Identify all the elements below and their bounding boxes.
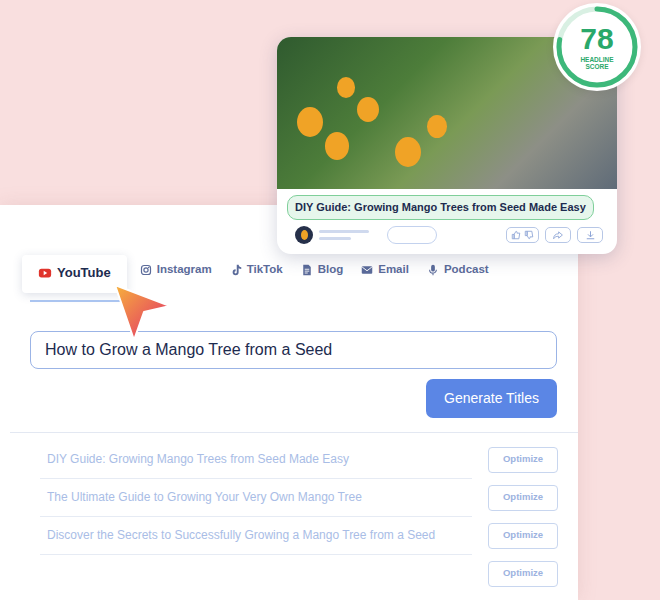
tiktok-icon: [230, 264, 242, 276]
thumbs-up-icon: [511, 230, 521, 240]
preview-headline: DIY Guide: Growing Mango Trees from Seed…: [287, 195, 594, 220]
subscribe-pill[interactable]: [387, 226, 437, 244]
score-label: HEADLINE SCORE: [574, 56, 620, 71]
platform-tab[interactable]: YouTube: [22, 255, 127, 293]
result-row: The Ultimate Guide to Growing Your Very …: [40, 479, 558, 517]
share-icon: [552, 230, 564, 240]
optimize-button[interactable]: Optimize: [488, 561, 558, 587]
result-row: DIY Guide: Growing Mango Trees from Seed…: [40, 441, 558, 479]
channel-placeholder: [319, 230, 369, 240]
platform-tab[interactable]: Blog: [292, 256, 353, 293]
share-button[interactable]: [545, 227, 571, 243]
email-icon: [361, 264, 373, 276]
generate-titles-button[interactable]: Generate Titles: [426, 379, 557, 418]
optimize-button[interactable]: Optimize: [488, 447, 558, 473]
result-title[interactable]: [40, 555, 472, 593]
result-row: Discover the Secrets to Successfully Gro…: [40, 517, 558, 555]
optimize-button[interactable]: Optimize: [488, 485, 558, 511]
platform-tab[interactable]: Email: [352, 256, 418, 293]
instagram-icon: [140, 264, 152, 276]
result-title[interactable]: DIY Guide: Growing Mango Trees from Seed…: [40, 441, 472, 479]
youtube-icon: [38, 266, 52, 280]
title-generator-panel: YouTubeInstagramTikTokBlogEmailPodcast G…: [0, 205, 578, 600]
topic-input[interactable]: [30, 331, 557, 369]
results-list: DIY Guide: Growing Mango Trees from Seed…: [0, 433, 578, 593]
score-arc: [559, 9, 635, 85]
blog-icon: [301, 264, 313, 276]
result-title[interactable]: The Ultimate Guide to Growing Your Very …: [40, 479, 472, 517]
platform-tab[interactable]: Instagram: [131, 256, 221, 293]
optimize-button[interactable]: Optimize: [488, 523, 558, 549]
platform-tab[interactable]: TikTok: [221, 256, 292, 293]
preview-meta: [277, 220, 617, 254]
divider: [10, 432, 578, 433]
headline-score: 78 HEADLINE SCORE: [553, 3, 641, 91]
thumbs-down-icon: [524, 230, 534, 240]
result-title[interactable]: Discover the Secrets to Successfully Gro…: [40, 517, 472, 555]
download-icon: [585, 230, 596, 240]
like-dislike-buttons[interactable]: [506, 227, 539, 243]
cursor-icon: [112, 282, 172, 344]
score-value: 78: [580, 24, 613, 54]
microphone-icon: [427, 264, 439, 276]
avatar-icon: [295, 226, 313, 244]
download-button[interactable]: [577, 227, 603, 243]
result-row: Optimize: [40, 555, 558, 593]
platform-tab[interactable]: Podcast: [418, 256, 498, 293]
